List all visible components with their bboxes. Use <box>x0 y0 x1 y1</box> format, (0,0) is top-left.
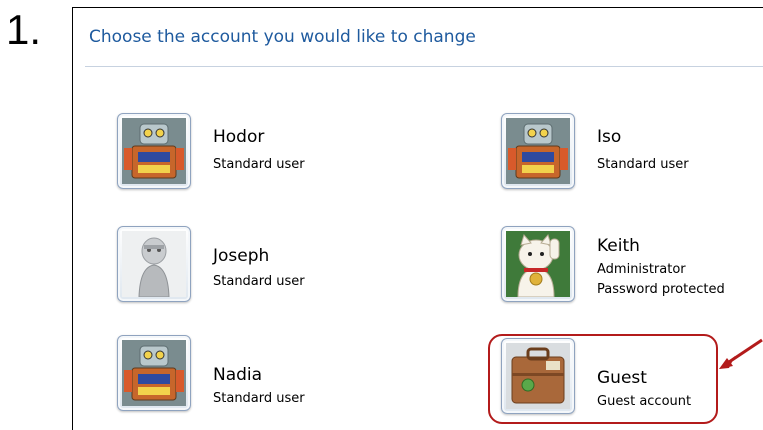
account-type: Standard user <box>213 157 305 172</box>
account-status: Password protected <box>597 282 725 297</box>
account-tile-joseph[interactable]: Joseph Standard user <box>117 226 367 310</box>
account-tile-keith[interactable]: Keith Administrator Password protected <box>501 226 751 310</box>
account-type: Standard user <box>213 391 305 406</box>
account-name: Iso <box>597 127 622 147</box>
account-name: Hodor <box>213 127 265 147</box>
pointer-arrow-icon <box>719 338 763 369</box>
tutorial-step: 1. Choose the account you would like to … <box>0 0 763 430</box>
account-tile-hodor[interactable]: Hodor Standard user <box>117 113 367 197</box>
account-type: Administrator <box>597 262 686 277</box>
robot-avatar-icon <box>117 335 191 411</box>
guest-highlight-box <box>488 334 718 424</box>
account-name: Keith <box>597 236 640 256</box>
account-name: Joseph <box>213 246 270 266</box>
step-number: 1. <box>6 6 42 53</box>
account-type: Standard user <box>213 274 305 289</box>
account-tile-nadia[interactable]: Nadia Standard user <box>117 335 367 419</box>
robot-avatar-icon <box>501 113 575 189</box>
account-type: Standard user <box>597 157 689 172</box>
account-name: Nadia <box>213 365 263 385</box>
lucky-cat-avatar-icon <box>501 226 575 302</box>
robot-avatar-icon <box>117 113 191 189</box>
account-tile-iso[interactable]: Iso Standard user <box>501 113 751 197</box>
panel-divider <box>85 66 763 67</box>
panel-title: Choose the account you would like to cha… <box>89 27 476 47</box>
figure-avatar-icon <box>117 226 191 302</box>
